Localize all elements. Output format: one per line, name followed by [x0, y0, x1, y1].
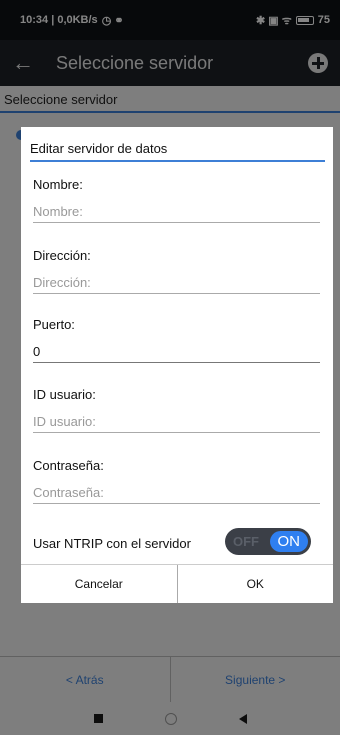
address-label: Dirección:	[33, 248, 91, 263]
toggle-off-label: OFF	[233, 534, 259, 549]
user-id-label: ID usuario:	[33, 387, 96, 402]
password-input[interactable]: Contraseña:	[33, 485, 320, 504]
cancel-button[interactable]: Cancelar	[21, 565, 178, 603]
user-id-input[interactable]: ID usuario:	[33, 414, 320, 433]
edit-server-dialog: Editar servidor de datos Nombre: Nombre:…	[21, 127, 333, 603]
dialog-buttons: Cancelar OK	[21, 564, 333, 603]
password-label: Contraseña:	[33, 458, 104, 473]
ntrip-label: Usar NTRIP con el servidor	[33, 536, 191, 551]
address-input[interactable]: Dirección:	[33, 275, 320, 294]
ntrip-toggle[interactable]: OFF ON	[225, 528, 311, 555]
dialog-title: Editar servidor de datos	[30, 141, 325, 162]
name-input[interactable]: Nombre:	[33, 204, 320, 223]
port-input[interactable]: 0	[33, 344, 320, 363]
name-label: Nombre:	[33, 177, 83, 192]
toggle-on-label: ON	[269, 531, 308, 552]
port-label: Puerto:	[33, 317, 75, 332]
ok-button[interactable]: OK	[178, 565, 334, 603]
